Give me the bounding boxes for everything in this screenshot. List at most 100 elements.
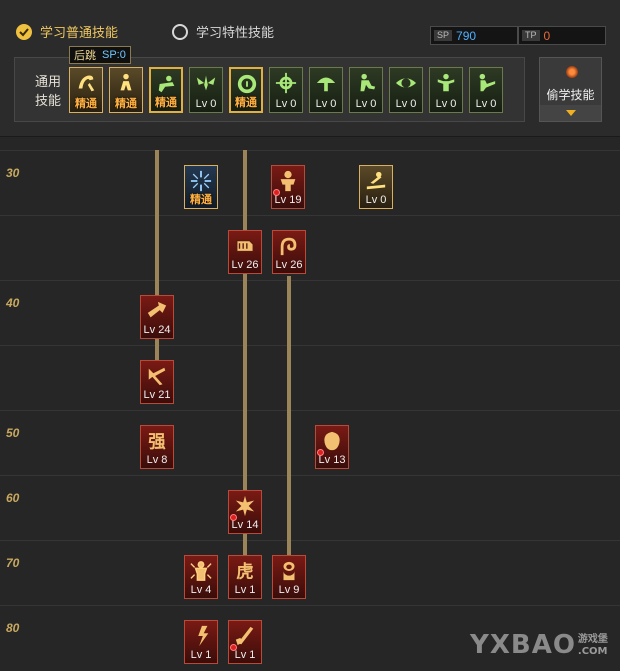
alert-dot-icon <box>230 514 237 521</box>
common-skills-label: 通用技能 <box>34 74 61 108</box>
tiger-glyph-icon: 虎 <box>230 557 260 584</box>
aura-icon <box>186 557 216 584</box>
skill-slot[interactable]: Lv 14 <box>228 490 262 534</box>
tooltip-skill-name: 后跳 <box>74 50 96 62</box>
strength-glyph-icon: 强 <box>142 427 172 454</box>
skill-level: Lv 0 <box>475 98 497 110</box>
skill-slot[interactable]: 精通 <box>109 67 143 113</box>
swirl-icon <box>274 232 304 259</box>
level-label: 80 <box>6 621 20 635</box>
skill-slot[interactable]: Lv 1 <box>184 620 218 664</box>
tab-label: 学习普通技能 <box>40 25 119 40</box>
sp-value: 790 <box>456 28 477 43</box>
skill-slot[interactable]: 虎 Lv 1 <box>228 555 262 599</box>
burst-icon <box>186 167 216 194</box>
target-icon <box>232 70 262 97</box>
skill-level: Lv 26 <box>231 259 259 271</box>
skill-slot[interactable]: Lv 9 <box>272 555 306 599</box>
radio-icon <box>172 23 188 40</box>
slash-icon <box>142 362 172 389</box>
steal-orb-icon <box>566 66 578 78</box>
tree-row <box>0 215 620 281</box>
skill-slot[interactable]: Lv 19 <box>271 165 305 209</box>
kneel-icon <box>351 69 381 96</box>
skill-window-header: 学习普通技能 学习特性技能 SP 790 TP 0 通用技能 精通 精通 精通 Lv … <box>0 0 620 137</box>
skill-tooltip: 后跳 SP:0 <box>69 46 131 64</box>
arrow-down-icon <box>565 110 576 116</box>
sp-counter: SP 790 <box>430 26 518 45</box>
skill-level: 精通 <box>115 98 137 110</box>
level-label: 30 <box>6 166 20 180</box>
tree-row <box>0 410 620 476</box>
skill-slot[interactable]: Lv 26 <box>228 230 262 274</box>
skill-slot[interactable]: Lv 0 <box>189 67 223 113</box>
skill-slot[interactable]: Lv 21 <box>140 360 174 404</box>
skill-slot[interactable]: 精通 <box>184 165 218 209</box>
steal-skills-button[interactable]: 偷学技能 <box>539 57 602 122</box>
skill-slot[interactable]: Lv 1 <box>228 620 262 664</box>
watermark-sub: 游戏堡 .COM <box>577 633 608 657</box>
level-label: 50 <box>6 426 20 440</box>
skill-level: Lv 0 <box>315 98 337 110</box>
skill-level: Lv 0 <box>395 98 417 110</box>
svg-text:虎: 虎 <box>236 561 253 582</box>
steal-dropdown-arrow[interactable] <box>540 105 601 121</box>
slide-icon <box>361 167 391 194</box>
kick-icon <box>471 69 501 96</box>
alert-dot-icon <box>273 189 280 196</box>
backflip-icon <box>71 69 101 96</box>
skill-slot[interactable]: Lv 26 <box>272 230 306 274</box>
skill-slot[interactable]: Lv 0 <box>429 67 463 113</box>
skill-slot[interactable]: Lv 0 <box>359 165 393 209</box>
skill-level: 精通 <box>75 98 97 110</box>
tree-row <box>0 475 620 541</box>
crosshair-icon <box>271 69 301 96</box>
level-label: 70 <box>6 556 20 570</box>
level-label: 40 <box>6 296 20 310</box>
skill-level: 精通 <box>155 97 177 109</box>
level-label: 60 <box>6 491 20 505</box>
watermark-main: YXBAO <box>470 630 576 660</box>
skill-slot[interactable]: Lv 13 <box>315 425 349 469</box>
alert-dot-icon <box>317 449 324 456</box>
dash-icon <box>152 70 182 97</box>
skill-slot[interactable]: Lv 24 <box>140 295 174 339</box>
skill-level: Lv 0 <box>195 98 217 110</box>
skill-slot[interactable]: 强 Lv 8 <box>140 425 174 469</box>
skill-level: Lv 8 <box>146 454 168 466</box>
skill-level: Lv 24 <box>143 324 171 336</box>
tp-value: 0 <box>543 28 551 43</box>
skill-slot[interactable]: Lv 4 <box>184 555 218 599</box>
watermark-logo: YXBAO 游戏堡 .COM <box>470 630 608 660</box>
skill-level: Lv 9 <box>278 584 300 596</box>
tp-tag: TP <box>522 30 540 41</box>
tab-learn-normal-skills[interactable]: 学习普通技能 <box>16 22 118 41</box>
skill-slot[interactable]: Lv 0 <box>309 67 343 113</box>
skill-level: Lv 26 <box>275 259 303 271</box>
skill-level: Lv 0 <box>365 194 387 206</box>
skill-slot[interactable]: Lv 0 <box>269 67 303 113</box>
skill-level: 精通 <box>235 97 257 109</box>
tree-row <box>0 345 620 411</box>
skill-slot[interactable]: 精通 <box>229 67 263 113</box>
skill-level: Lv 4 <box>190 584 212 596</box>
skill-slot[interactable]: Lv 0 <box>389 67 423 113</box>
arrow-icon <box>142 297 172 324</box>
skill-level: Lv 0 <box>355 98 377 110</box>
skill-slot[interactable]: 精通 <box>69 67 103 113</box>
knot-icon <box>274 557 304 584</box>
tree-row <box>0 150 620 216</box>
tab-learn-special-skills[interactable]: 学习特性技能 <box>172 22 274 41</box>
svg-text:强: 强 <box>148 432 166 452</box>
skill-slot[interactable]: 精通 <box>149 67 183 113</box>
alert-dot-icon <box>230 644 237 651</box>
sp-tag: SP <box>434 30 453 41</box>
tree-row <box>0 280 620 346</box>
skill-level: Lv 0 <box>275 98 297 110</box>
tree-row <box>0 540 620 606</box>
tp-counter: TP 0 <box>518 26 606 45</box>
crouch-icon <box>111 69 141 96</box>
skill-slot[interactable]: Lv 0 <box>469 67 503 113</box>
skill-level: Lv 1 <box>190 649 212 661</box>
skill-slot[interactable]: Lv 0 <box>349 67 383 113</box>
